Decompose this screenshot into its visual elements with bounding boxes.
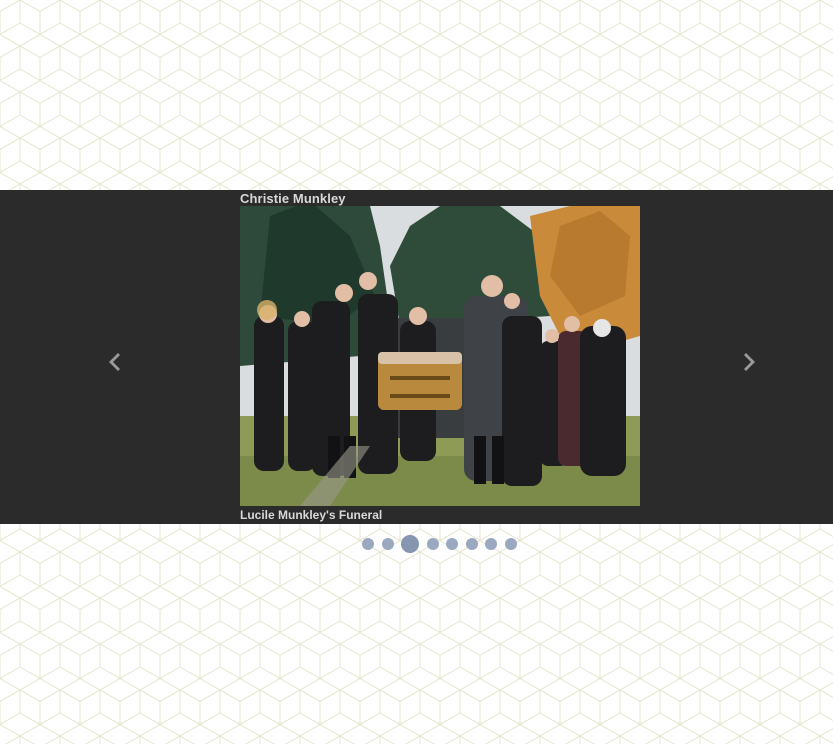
slide-photo	[240, 206, 640, 506]
pagination-dot[interactable]	[446, 538, 458, 550]
slide-caption: Lucile Munkley's Funeral	[240, 508, 383, 522]
chevron-right-icon	[744, 353, 755, 371]
funeral-photo	[240, 206, 640, 506]
pagination-dot[interactable]	[504, 538, 517, 550]
pagination-dot[interactable]	[465, 538, 478, 550]
pagination-dot[interactable]	[485, 538, 497, 550]
chevron-left-icon	[109, 353, 120, 371]
pagination-dot[interactable]	[381, 538, 394, 550]
slide-title: Christie Munkley	[240, 191, 346, 206]
previous-slide-button[interactable]	[103, 350, 127, 374]
pagination-dot[interactable]	[401, 535, 419, 553]
pagination-dot[interactable]	[426, 538, 439, 550]
photo-slider: Christie Munkley Lucile Munkley's Funera…	[0, 190, 833, 524]
next-slide-button[interactable]	[737, 350, 761, 374]
pagination-dot[interactable]	[362, 538, 374, 550]
slide-pagination	[362, 535, 524, 553]
